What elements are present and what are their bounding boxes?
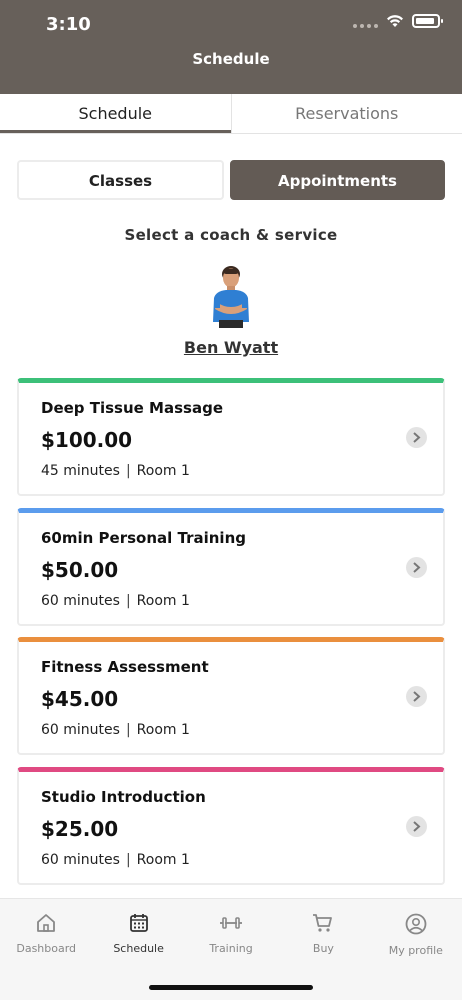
tab-schedule[interactable]: Schedule bbox=[0, 94, 231, 133]
page-title: Schedule bbox=[192, 50, 270, 68]
cart-icon bbox=[313, 914, 333, 932]
service-room: Room 1 bbox=[136, 722, 190, 738]
home-indicator bbox=[149, 985, 313, 990]
chevron-right-icon[interactable] bbox=[406, 427, 427, 448]
cellular-signal-icon bbox=[353, 14, 378, 28]
service-price: $45.00 bbox=[41, 687, 119, 711]
nav-item-dashboard[interactable]: Dashboard bbox=[0, 899, 92, 1000]
nav-item-my-profile[interactable]: My profile bbox=[370, 899, 462, 1000]
nav-label: Dashboard bbox=[16, 942, 77, 955]
service-meta: 60 minutes | Room 1 bbox=[41, 722, 190, 738]
service-duration: 60 minutes bbox=[41, 852, 120, 868]
service-duration: 60 minutes bbox=[41, 722, 120, 738]
select-coach-label: Select a coach & service bbox=[124, 226, 338, 244]
nav-label: Schedule bbox=[113, 942, 164, 955]
service-room: Room 1 bbox=[136, 593, 190, 609]
appointments-segment-button[interactable]: Appointments bbox=[230, 160, 445, 200]
dumbbell-icon bbox=[220, 917, 243, 929]
home-icon bbox=[37, 914, 56, 932]
wifi-icon bbox=[387, 15, 403, 27]
nav-label: Buy bbox=[312, 942, 334, 955]
chevron-right-icon[interactable] bbox=[406, 816, 427, 837]
chevron-right-icon[interactable] bbox=[406, 686, 427, 707]
tab-reservations[interactable]: Reservations bbox=[230, 94, 462, 133]
service-card[interactable]: Studio Introduction $25.00 60 minutes | Ro… bbox=[17, 767, 445, 885]
service-price: $25.00 bbox=[41, 817, 119, 841]
coach-name[interactable]: Ben Wyatt bbox=[0, 338, 462, 357]
service-duration: 45 minutes bbox=[41, 463, 120, 479]
service-name: Fitness Assessment bbox=[41, 658, 209, 676]
user-circle-icon bbox=[405, 913, 427, 935]
service-room: Room 1 bbox=[136, 852, 190, 868]
service-name: 60min Personal Training bbox=[41, 529, 246, 547]
status-bar: 3:10 bbox=[0, 0, 462, 44]
nav-header: Schedule bbox=[0, 44, 462, 94]
service-card[interactable]: 60min Personal Training $50.00 60 minute… bbox=[17, 508, 445, 626]
top-tabs: Schedule Reservations bbox=[0, 94, 462, 134]
service-price: $100.00 bbox=[41, 428, 133, 452]
service-name: Studio Introduction bbox=[41, 788, 206, 806]
coach-avatar[interactable] bbox=[204, 262, 258, 328]
service-name: Deep Tissue Massage bbox=[41, 399, 223, 417]
service-card[interactable]: Deep Tissue Massage $100.00 45 minutes | R… bbox=[17, 378, 445, 496]
classes-segment-button[interactable]: Classes bbox=[17, 160, 224, 200]
nav-label: My profile bbox=[388, 944, 443, 957]
service-duration: 60 minutes bbox=[41, 593, 120, 609]
service-price: $50.00 bbox=[41, 558, 119, 582]
service-meta: 45 minutes | Room 1 bbox=[41, 463, 190, 479]
service-meta: 60 minutes | Room 1 bbox=[41, 852, 190, 868]
status-time: 3:10 bbox=[46, 14, 91, 35]
calendar-icon bbox=[129, 914, 148, 932]
battery-icon bbox=[412, 14, 443, 28]
service-meta: 60 minutes | Room 1 bbox=[41, 593, 190, 609]
service-room: Room 1 bbox=[136, 463, 190, 479]
status-icons bbox=[353, 14, 443, 28]
chevron-right-icon[interactable] bbox=[406, 557, 427, 578]
nav-label: Training bbox=[209, 942, 253, 955]
service-card[interactable]: Fitness Assessment $45.00 60 minutes | Roo… bbox=[17, 637, 445, 755]
